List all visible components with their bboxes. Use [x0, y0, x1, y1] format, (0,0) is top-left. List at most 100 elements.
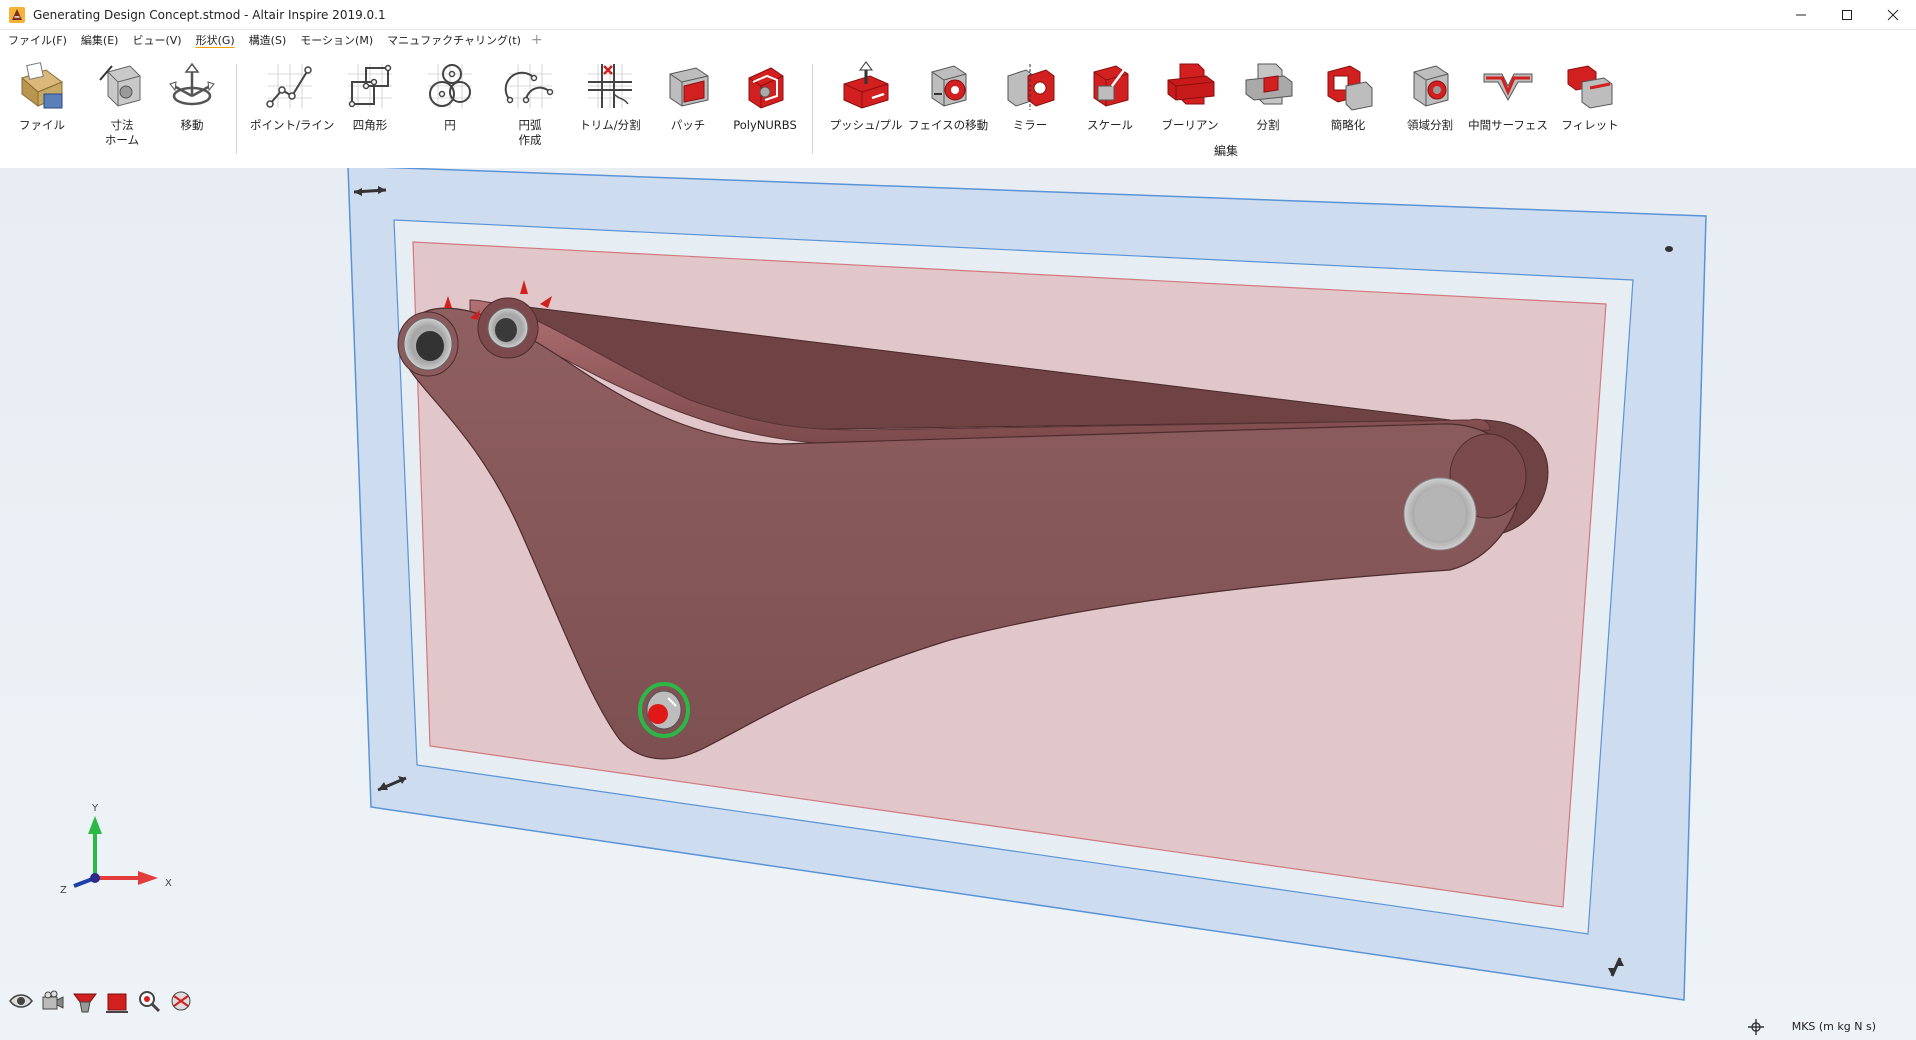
menu-motion[interactable]: モーション(M): [300, 32, 373, 48]
tool-scale-label: スケール: [1087, 118, 1133, 132]
tool-move-face-label: フェイスの移動: [908, 118, 989, 132]
tool-dimension-label: 寸法 ホーム: [104, 118, 140, 147]
tool-push-pull-label: プッシュ/プル: [829, 118, 903, 132]
tool-point-line[interactable]: ポイント/ライン: [250, 60, 335, 133]
axis-triad: [73, 816, 158, 888]
tool-partition[interactable]: 領域分割: [1390, 60, 1470, 133]
tool-push-pull[interactable]: プッシュ/プル: [826, 60, 906, 133]
tool-simplify[interactable]: 簡略化: [1308, 60, 1388, 133]
menu-edit[interactable]: 編集(E): [81, 32, 119, 48]
altair-inspire-app-icon: [9, 6, 25, 23]
view-cube-icon[interactable]: [104, 988, 130, 1014]
tool-move[interactable]: 移動: [152, 60, 232, 133]
tool-dimension[interactable]: 寸法 ホーム: [82, 60, 162, 148]
split-icon: [1245, 63, 1293, 105]
axis-y-label: Y: [91, 803, 99, 814]
tool-trim[interactable]: トリム/分割: [570, 60, 650, 133]
dimension-icon: [99, 65, 141, 107]
section-cut-icon[interactable]: [72, 988, 98, 1014]
mirror-icon: [1007, 64, 1055, 110]
visibility-eye-icon[interactable]: [8, 988, 34, 1014]
minimize-icon: [1796, 14, 1806, 16]
axis-x-label: X: [165, 878, 172, 889]
maximize-icon: [1842, 10, 1852, 20]
view-tools-bar: [8, 988, 194, 1014]
tool-boolean-label: ブーリアン: [1161, 118, 1219, 132]
support-constraint-icon[interactable]: [638, 682, 690, 738]
tool-rectangle[interactable]: 四角形: [330, 60, 410, 133]
tool-rectangle-label: 四角形: [352, 118, 388, 132]
maximize-button[interactable]: [1824, 0, 1870, 30]
polynurbs-icon: [748, 67, 784, 109]
modeling-viewport[interactable]: Y X Z: [0, 168, 1916, 1040]
menu-bar: ファイル(F) 編集(E) ビュー(V) 形状(G) 構造(S) モーション(M…: [0, 30, 1916, 50]
tool-simplify-label: 簡略化: [1330, 118, 1366, 132]
partition-icon: [1413, 65, 1449, 107]
title-bar: Generating Design Concept.stmod - Altair…: [0, 0, 1916, 30]
tool-polynurbs-label: PolyNURBS: [733, 118, 797, 132]
tool-file[interactable]: ファイル: [2, 60, 82, 133]
simplify-icon: [1327, 65, 1373, 111]
part-left-lug-front[interactable]: [397, 311, 459, 377]
minimize-button[interactable]: [1778, 0, 1824, 30]
tool-scale[interactable]: スケール: [1070, 60, 1150, 133]
close-button[interactable]: [1870, 0, 1916, 30]
menu-geometry[interactable]: 形状(G): [196, 32, 235, 48]
patch-icon: [669, 67, 709, 107]
tool-fillet-label: フィレット: [1561, 118, 1619, 132]
tool-circle-label: 円: [444, 118, 456, 132]
tool-split-label: 分割: [1256, 118, 1280, 132]
scene-canvas: Y X Z: [60, 168, 1707, 1001]
app-window: Generating Design Concept.stmod - Altair…: [0, 0, 1916, 1040]
plane-handle-icon[interactable]: [1665, 246, 1673, 252]
menu-view[interactable]: ビュー(V): [132, 32, 181, 48]
boolean-icon: [1167, 63, 1215, 105]
tool-move-face[interactable]: フェイスの移動: [908, 60, 988, 133]
part-left-lug-back[interactable]: [477, 297, 539, 359]
axis-z-label: Z: [60, 885, 67, 896]
ribbon-group-edit-label: 編集: [1214, 144, 1239, 158]
window-title: Generating Design Concept.stmod - Altair…: [33, 7, 386, 22]
menu-file[interactable]: ファイル(F): [8, 32, 67, 48]
close-icon: [1887, 9, 1899, 21]
midsurface-icon: [1483, 73, 1533, 102]
tool-polynurbs[interactable]: PolyNURBS: [725, 60, 805, 133]
menu-structure[interactable]: 構造(S): [249, 32, 287, 48]
move-face-icon: [931, 65, 967, 107]
push-pull-icon: [843, 61, 889, 109]
tool-midsurface-label: 中間サーフェス: [1468, 118, 1548, 132]
tool-partition-label: 領域分割: [1407, 118, 1453, 132]
window-controls: [1778, 0, 1916, 30]
menu-manufacturing[interactable]: マニュファクチャリング(t): [387, 32, 521, 48]
ribbon-separator: [812, 64, 813, 154]
file-folder-icon: [21, 62, 63, 109]
unit-system-indicator[interactable]: MKS (m kg N s): [1792, 1020, 1876, 1033]
tool-split[interactable]: 分割: [1228, 60, 1308, 133]
tool-point-line-label: ポイント/ライン: [250, 118, 335, 132]
snap-crosshair-icon[interactable]: [1748, 1019, 1764, 1035]
camera-icon[interactable]: [40, 988, 66, 1014]
tool-file-label: ファイル: [19, 118, 65, 132]
tool-arc[interactable]: 円弧 作成: [490, 60, 570, 148]
tool-trim-label: トリム/分割: [579, 118, 641, 132]
tool-boolean[interactable]: ブーリアン: [1150, 60, 1230, 133]
tool-arc-label: 円弧 作成: [518, 118, 542, 147]
arc-icon: [504, 64, 554, 108]
scale-icon: [1093, 65, 1129, 107]
tool-fillet[interactable]: フィレット: [1550, 60, 1630, 133]
ribbon-separator: [236, 64, 237, 154]
tool-mirror-label: ミラー: [1012, 118, 1048, 132]
tool-move-label: 移動: [180, 118, 204, 132]
zoom-fit-icon[interactable]: [136, 988, 162, 1014]
trim-icon: [588, 64, 632, 108]
add-tab-icon[interactable]: +: [531, 32, 543, 48]
tool-circle[interactable]: 円: [410, 60, 490, 133]
render-mode-icon[interactable]: [168, 988, 194, 1014]
tool-patch-label: パッチ: [670, 118, 706, 132]
fillet-icon: [1567, 65, 1613, 109]
circle-icon: [428, 64, 472, 108]
tool-patch[interactable]: パッチ: [648, 60, 728, 133]
tool-mirror[interactable]: ミラー: [990, 60, 1070, 133]
tool-midsurface[interactable]: 中間サーフェス: [1468, 60, 1548, 133]
ribbon-toolbar: ファイル 寸法 ホーム 移動 ポイント/ライン 四角形 円 円弧 作成 トリム/…: [0, 50, 1916, 168]
